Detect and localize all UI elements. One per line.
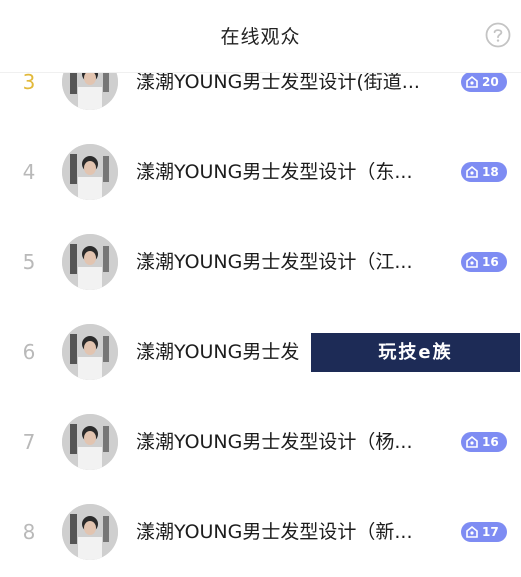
panel-header: 在线观众 bbox=[0, 0, 521, 73]
page-title: 在线观众 bbox=[220, 26, 301, 48]
fan-club-icon bbox=[466, 255, 478, 268]
viewer-row[interactable]: 8 漾潮YOUNG男士发型设计（新... 17 bbox=[0, 487, 521, 577]
fan-level: 17 bbox=[482, 525, 499, 539]
fan-level-badge: 17 bbox=[461, 522, 507, 542]
viewer-row[interactable]: 7 漾潮YOUNG男士发型设计（杨... 16 bbox=[0, 397, 521, 487]
fan-level: 20 bbox=[482, 75, 499, 89]
watermark-text: 玩技e族 bbox=[378, 342, 453, 363]
fan-club-icon bbox=[466, 75, 478, 88]
viewer-row[interactable]: 4 漾潮YOUNG男士发型设计（东... 18 bbox=[0, 127, 521, 217]
viewer-list: 3 漾潮YOUNG男士发型设计(街道... 20 4 漾潮YOUNG男士发型设计… bbox=[0, 0, 521, 560]
rank-number: 6 bbox=[22, 340, 36, 364]
question-circle-icon[interactable] bbox=[485, 22, 511, 48]
avatar[interactable] bbox=[62, 504, 118, 560]
fan-level: 16 bbox=[482, 255, 499, 269]
avatar[interactable] bbox=[62, 234, 118, 290]
viewer-name: 漾潮YOUNG男士发型设计（江... bbox=[136, 251, 413, 273]
fan-club-icon bbox=[466, 525, 478, 538]
avatar[interactable] bbox=[62, 144, 118, 200]
viewer-name: 漾潮YOUNG男士发型设计（杨... bbox=[136, 431, 413, 453]
viewer-name: 漾潮YOUNG男士发型设计（新... bbox=[136, 521, 413, 543]
fan-level-badge: 18 bbox=[461, 162, 507, 182]
viewer-row[interactable]: 5 漾潮YOUNG男士发型设计（江... 16 bbox=[0, 217, 521, 307]
rank-number: 7 bbox=[22, 430, 36, 454]
fan-level-badge: 16 bbox=[461, 432, 507, 452]
viewer-name: 漾潮YOUNG男士发型设计（东... bbox=[136, 161, 413, 183]
fan-level: 16 bbox=[482, 435, 499, 449]
rank-number: 4 bbox=[22, 160, 36, 184]
fan-level: 18 bbox=[482, 165, 499, 179]
rank-number: 5 bbox=[22, 250, 36, 274]
fan-level-badge: 16 bbox=[461, 252, 507, 272]
fan-club-icon bbox=[466, 165, 478, 178]
avatar[interactable] bbox=[62, 324, 118, 380]
fan-level-badge: 20 bbox=[461, 72, 507, 92]
rank-number: 8 bbox=[22, 520, 36, 544]
fan-club-icon bbox=[466, 435, 478, 448]
avatar[interactable] bbox=[62, 414, 118, 470]
watermark-overlay: 玩技e族 bbox=[311, 333, 520, 372]
